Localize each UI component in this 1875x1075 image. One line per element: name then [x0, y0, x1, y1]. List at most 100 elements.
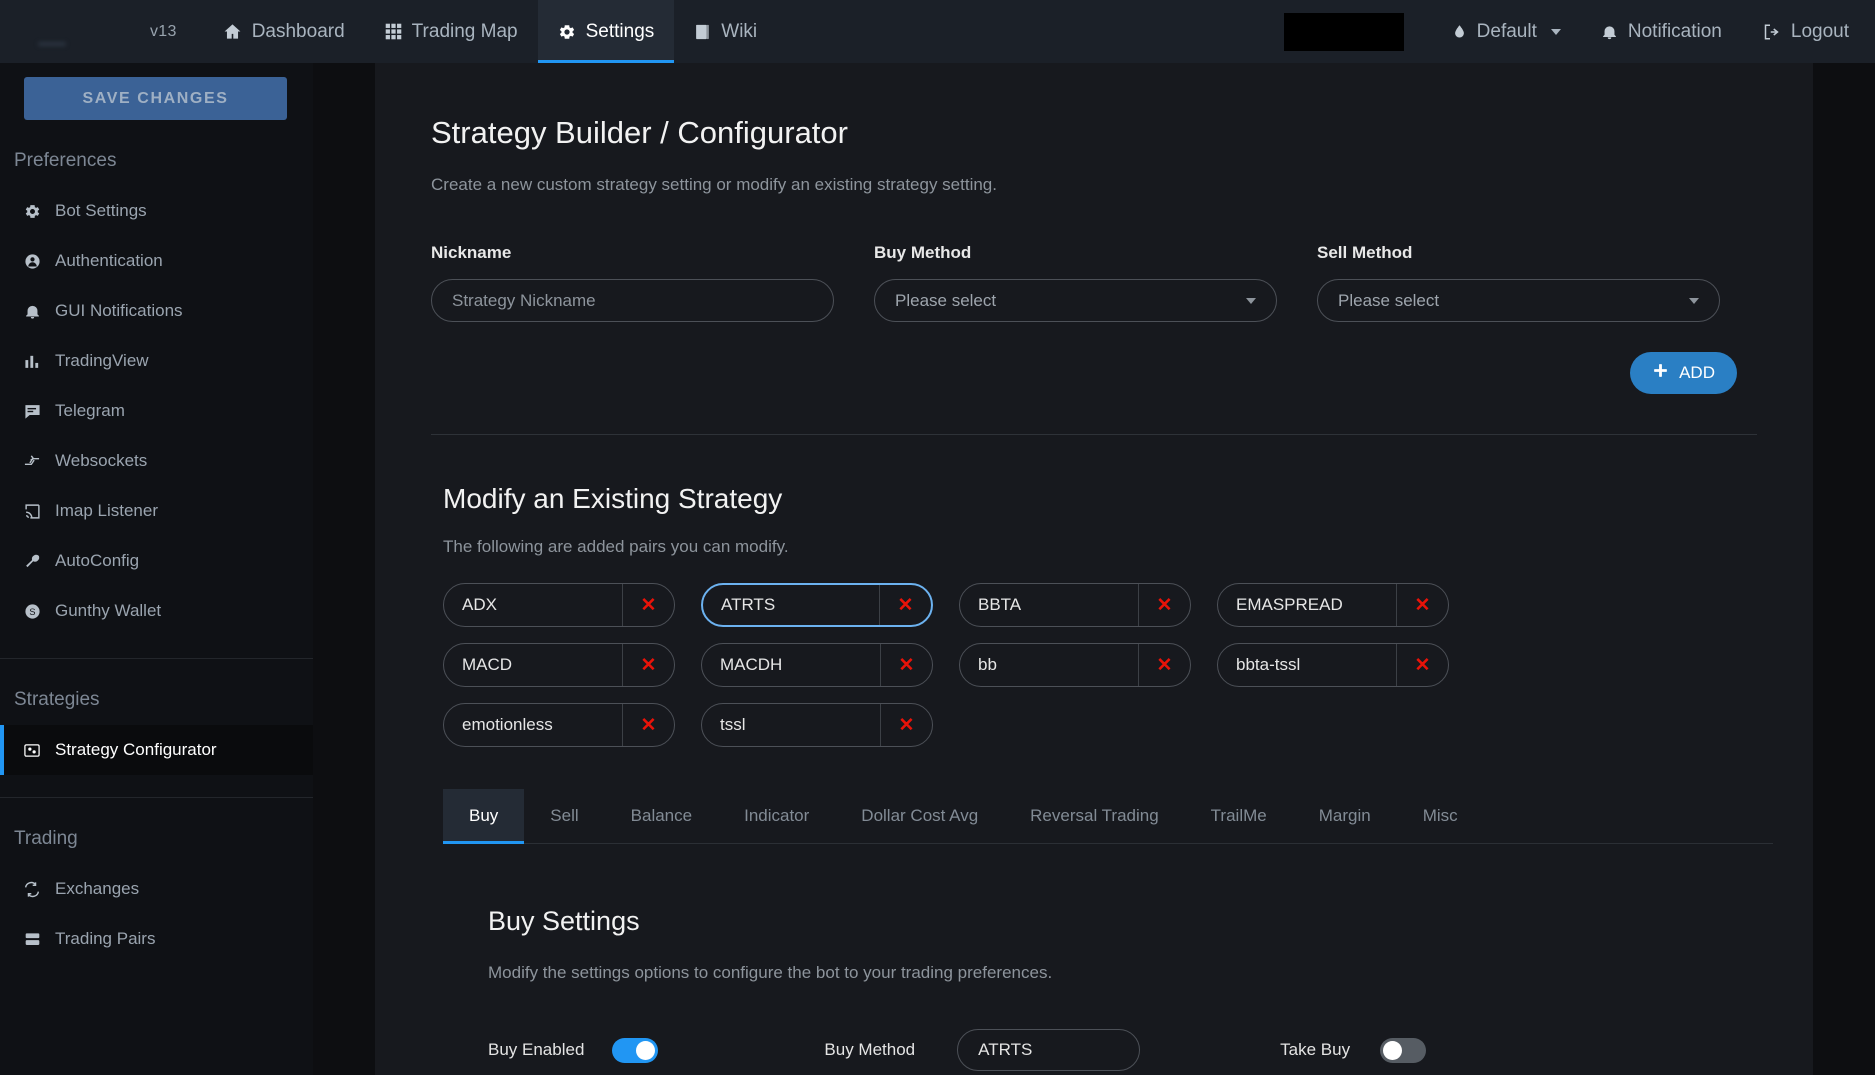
- plus-icon: [1652, 362, 1669, 384]
- home-icon: [223, 22, 242, 41]
- tab-sell[interactable]: Sell: [524, 789, 604, 843]
- strategy-chip[interactable]: BBTA ✕: [959, 583, 1191, 627]
- buy-method-setting-label: Buy Method: [824, 1040, 916, 1059]
- pairs-icon: [22, 929, 42, 949]
- remove-strategy-icon[interactable]: ✕: [1138, 644, 1190, 686]
- add-button-row: ADD: [375, 322, 1813, 394]
- notification-label: Notification: [1627, 20, 1722, 42]
- tab-dollar-cost-avg[interactable]: Dollar Cost Avg: [835, 789, 1004, 843]
- nav-label: Wiki: [721, 20, 758, 42]
- remove-strategy-icon[interactable]: ✕: [1396, 584, 1448, 626]
- sell-method-field-group: Sell Method Please select: [1317, 243, 1720, 322]
- nav-item-dashboard[interactable]: Dashboard: [203, 0, 365, 63]
- remove-strategy-icon[interactable]: ✕: [1396, 644, 1448, 686]
- take-buy-toggle[interactable]: [1380, 1037, 1427, 1063]
- strategy-chip[interactable]: MACDH ✕: [701, 643, 933, 687]
- strategy-chip[interactable]: tssl ✕: [701, 703, 933, 747]
- version-label: v13: [150, 22, 177, 40]
- sidebar-item-websockets[interactable]: Websockets: [0, 436, 313, 486]
- cast-icon: [22, 501, 42, 521]
- bell-icon: [22, 301, 42, 321]
- nav-item-trading-map[interactable]: Trading Map: [365, 0, 538, 63]
- sidebar-item-label: Strategy Configurator: [55, 740, 217, 759]
- chevron-down-icon: [1246, 297, 1256, 304]
- redacted-account-field: [1283, 12, 1404, 51]
- strategy-chip[interactable]: ATRTS ✕: [701, 583, 933, 627]
- remove-strategy-icon[interactable]: ✕: [879, 585, 931, 625]
- logo-mark: [38, 42, 66, 46]
- save-changes-button[interactable]: SAVE CHANGES: [24, 77, 287, 120]
- tab-margin[interactable]: Margin: [1293, 789, 1397, 843]
- sidebar-item-gui-notifications[interactable]: GUI Notifications: [0, 286, 313, 336]
- toggle-knob: [1383, 1040, 1403, 1060]
- sidebar-item-tradingview[interactable]: TradingView: [0, 336, 313, 386]
- strategy-configurator-card: Strategy Builder / Configurator Create a…: [375, 63, 1813, 1075]
- main-content: Strategy Builder / Configurator Create a…: [313, 63, 1875, 1075]
- droplet-icon: [1452, 22, 1467, 41]
- sidebar-item-label: TradingView: [55, 351, 149, 370]
- user-circle-icon: [22, 251, 42, 271]
- remove-strategy-icon[interactable]: ✕: [622, 704, 674, 746]
- tab-buy[interactable]: Buy: [443, 789, 525, 844]
- page-title: Strategy Builder / Configurator: [431, 115, 848, 150]
- sidebar-item-strategy-configurator[interactable]: Strategy Configurator: [0, 725, 313, 775]
- strategy-chip-label: bbta-tssl: [1236, 655, 1301, 674]
- strategy-chip[interactable]: ADX ✕: [443, 583, 675, 627]
- strategy-chip[interactable]: bb ✕: [959, 643, 1191, 687]
- bar-chart-icon: [22, 351, 42, 371]
- tab-trailme[interactable]: TrailMe: [1185, 789, 1293, 843]
- take-buy-label: Take Buy: [1280, 1040, 1351, 1059]
- tab-misc[interactable]: Misc: [1397, 789, 1484, 843]
- sidebar-item-label: GUI Notifications: [55, 301, 183, 320]
- sidebar-item-label: Telegram: [55, 401, 125, 420]
- buy-enabled-toggle[interactable]: [612, 1037, 659, 1063]
- buy-method-select[interactable]: Please select: [874, 279, 1277, 322]
- remove-strategy-icon[interactable]: ✕: [622, 584, 674, 626]
- strategy-chip[interactable]: MACD ✕: [443, 643, 675, 687]
- theme-selector[interactable]: Default: [1432, 0, 1581, 63]
- sidebar-item-trading-pairs[interactable]: Trading Pairs: [0, 914, 313, 964]
- buy-settings-title: Buy Settings: [488, 906, 640, 936]
- logout-button[interactable]: Logout: [1742, 0, 1875, 63]
- strategy-chip[interactable]: EMASPREAD ✕: [1217, 583, 1449, 627]
- arrows-icon: [22, 451, 42, 471]
- sidebar-item-gunthy-wallet[interactable]: S Gunthy Wallet: [0, 586, 313, 636]
- brand-logo[interactable]: [0, 0, 150, 63]
- wrench-icon: [22, 551, 42, 571]
- sidebar-item-label: AutoConfig: [55, 551, 140, 570]
- sell-method-label: Sell Method: [1317, 243, 1413, 262]
- sell-method-value: Please select: [1338, 290, 1440, 310]
- tab-balance[interactable]: Balance: [605, 789, 718, 843]
- nickname-input[interactable]: [431, 279, 834, 322]
- tab-reversal-trading[interactable]: Reversal Trading: [1004, 789, 1185, 843]
- remove-strategy-icon[interactable]: ✕: [880, 704, 932, 746]
- sell-method-select[interactable]: Please select: [1317, 279, 1720, 322]
- gear-icon: [22, 201, 42, 221]
- nav-item-settings[interactable]: Settings: [537, 0, 675, 63]
- modify-section-title: Modify an Existing Strategy: [443, 483, 783, 514]
- sidebar: SAVE CHANGES Preferences Bot Settings Au…: [0, 63, 313, 1075]
- sidebar-item-exchanges[interactable]: Exchanges: [0, 864, 313, 914]
- add-strategy-button[interactable]: ADD: [1630, 352, 1737, 394]
- buy-method-setting-input[interactable]: [957, 1029, 1141, 1071]
- logout-label: Logout: [1790, 20, 1849, 42]
- configurator-icon: [22, 740, 42, 760]
- sidebar-item-telegram[interactable]: Telegram: [0, 386, 313, 436]
- strategy-chip[interactable]: emotionless ✕: [443, 703, 675, 747]
- tab-indicator[interactable]: Indicator: [718, 789, 835, 843]
- add-button-label: ADD: [1679, 363, 1715, 382]
- strategy-chip[interactable]: bbta-tssl ✕: [1217, 643, 1449, 687]
- sidebar-item-label: Trading Pairs: [55, 929, 156, 948]
- buy-settings-panel: Buy Settings Modify the settings options…: [375, 844, 1813, 1071]
- remove-strategy-icon[interactable]: ✕: [880, 644, 932, 686]
- remove-strategy-icon[interactable]: ✕: [622, 644, 674, 686]
- remove-strategy-icon[interactable]: ✕: [1138, 584, 1190, 626]
- sidebar-item-imap-listener[interactable]: Imap Listener: [0, 486, 313, 536]
- sidebar-item-autoconfig[interactable]: AutoConfig: [0, 536, 313, 586]
- nav-item-wiki[interactable]: Wiki: [674, 0, 777, 63]
- buy-method-label: Buy Method: [874, 243, 972, 262]
- top-navigation-bar: v13 Dashboard Trading Map Settings Wiki …: [0, 0, 1875, 63]
- sidebar-item-authentication[interactable]: Authentication: [0, 236, 313, 286]
- sidebar-item-bot-settings[interactable]: Bot Settings: [0, 186, 313, 236]
- notification-button[interactable]: Notification: [1581, 0, 1742, 63]
